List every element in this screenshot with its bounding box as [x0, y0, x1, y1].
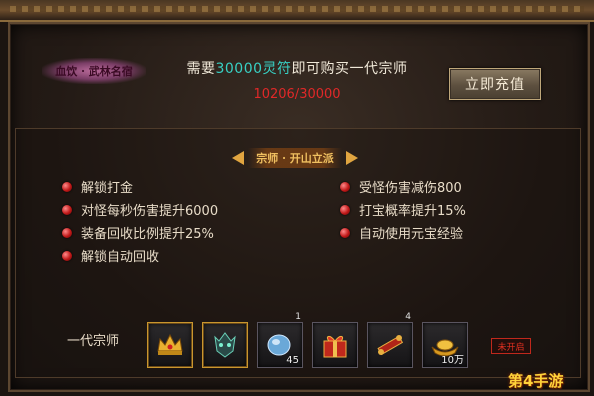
- reward-title: 一代宗师: [67, 334, 120, 349]
- perk-item: 打宝概率提升15%: [340, 200, 466, 219]
- red-bullet-icon: [62, 204, 72, 215]
- golden-crown-icon: [157, 333, 183, 355]
- reward-slot-helm[interactable]: [202, 322, 248, 368]
- perk-item: 对怪每秒伤害提升6000: [62, 200, 218, 219]
- green-skull-helm-icon: [214, 332, 236, 358]
- item-badge: 4: [405, 312, 411, 322]
- top-decorative-band: [0, 0, 594, 22]
- item-badge: 1: [295, 312, 301, 322]
- perk-item: 解锁自动回收: [62, 246, 159, 265]
- reward-slot-ingot[interactable]: 10万: [422, 322, 468, 368]
- red-bullet-icon: [62, 227, 72, 238]
- recharge-button[interactable]: 立即充值: [449, 68, 541, 100]
- perk-text: 对怪每秒伤害提升6000: [81, 204, 219, 219]
- reward-slot-scroll[interactable]: 4: [367, 312, 413, 368]
- require-amount: 30000灵符: [215, 61, 292, 77]
- item-count: 45: [286, 355, 299, 366]
- perk-text: 解锁自动回收: [81, 250, 160, 265]
- reward-slot-crown[interactable]: [147, 322, 193, 368]
- section-header: 宗师 · 开山立派: [220, 147, 370, 169]
- reward-slot-gem[interactable]: 1 45: [257, 312, 303, 368]
- perk-item: 自动使用元宝经验: [340, 223, 463, 242]
- require-prefix: 需要: [186, 61, 216, 77]
- red-scroll-icon: [377, 335, 404, 356]
- red-bullet-icon: [340, 181, 350, 192]
- perk-text: 装备回收比例提升25%: [81, 227, 214, 242]
- require-suffix: 即可购买一代宗师: [291, 61, 408, 77]
- red-bullet-icon: [62, 181, 72, 192]
- left-arrow-icon: [232, 151, 245, 165]
- red-bullet-icon: [340, 204, 350, 215]
- red-bullet-icon: [340, 227, 350, 238]
- item-count: 10万: [441, 355, 464, 366]
- status-badge: 未开启: [491, 338, 531, 354]
- site-watermark: 第4手游: [508, 372, 564, 390]
- right-arrow-icon: [345, 151, 358, 165]
- red-gift-box-icon: [323, 335, 347, 358]
- perk-text: 解锁打金: [81, 181, 134, 196]
- section-title: 宗师 · 开山立派: [248, 148, 342, 168]
- perk-item: 解锁打金: [62, 177, 133, 196]
- red-bullet-icon: [62, 250, 72, 261]
- perk-text: 受怪伤害减伤800: [359, 181, 462, 196]
- perk-item: 装备回收比例提升25%: [62, 223, 214, 242]
- perk-text: 打宝概率提升15%: [359, 204, 466, 219]
- perk-text: 自动使用元宝经验: [359, 227, 464, 242]
- perk-item: 受怪伤害减伤800: [340, 177, 462, 196]
- reward-slot-gift[interactable]: [312, 322, 358, 368]
